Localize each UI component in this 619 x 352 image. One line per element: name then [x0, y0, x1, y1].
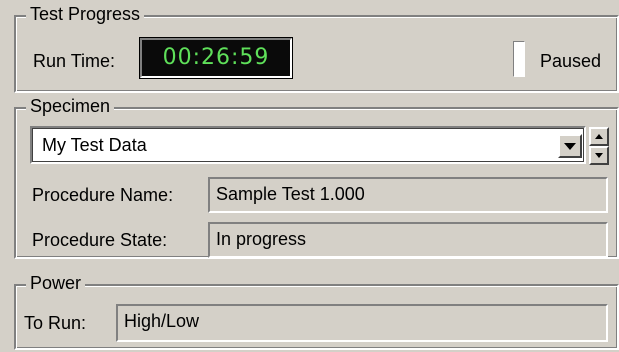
specimen-group: Specimen My Test Data Procedure Name: Sa…: [14, 95, 619, 259]
procedure-state-label: Procedure State:: [32, 230, 168, 250]
run-time-label: Run Time:: [33, 51, 116, 71]
paused-indicator: [513, 41, 525, 77]
procedure-name-label: Procedure Name:: [32, 185, 174, 205]
specimen-combo[interactable]: My Test Data: [30, 126, 586, 164]
paused-label: Paused: [540, 51, 602, 71]
spin-up-icon: [595, 134, 603, 139]
specimen-title: Specimen: [26, 95, 115, 117]
power-group: Power To Run: High/Low: [14, 272, 619, 350]
procedure-state-field: In progress: [208, 222, 608, 258]
power-title: Power: [26, 272, 86, 294]
spin-down-button[interactable]: [589, 146, 609, 165]
specimen-combo-value: My Test Data: [42, 135, 147, 155]
specimen-dropdown-button[interactable]: [558, 134, 582, 158]
to-run-label: To Run:: [24, 313, 87, 333]
procedure-name-field: Sample Test 1.000: [208, 177, 608, 213]
test-progress-group: Test Progress Run Time: 00:26:59 Paused: [14, 3, 619, 93]
test-progress-title: Test Progress: [26, 3, 145, 25]
run-time-display: 00:26:59: [139, 37, 293, 79]
spin-up-button[interactable]: [589, 127, 609, 146]
spin-down-icon: [595, 153, 603, 158]
to-run-field: High/Low: [116, 304, 608, 342]
chevron-down-icon: [564, 142, 576, 150]
